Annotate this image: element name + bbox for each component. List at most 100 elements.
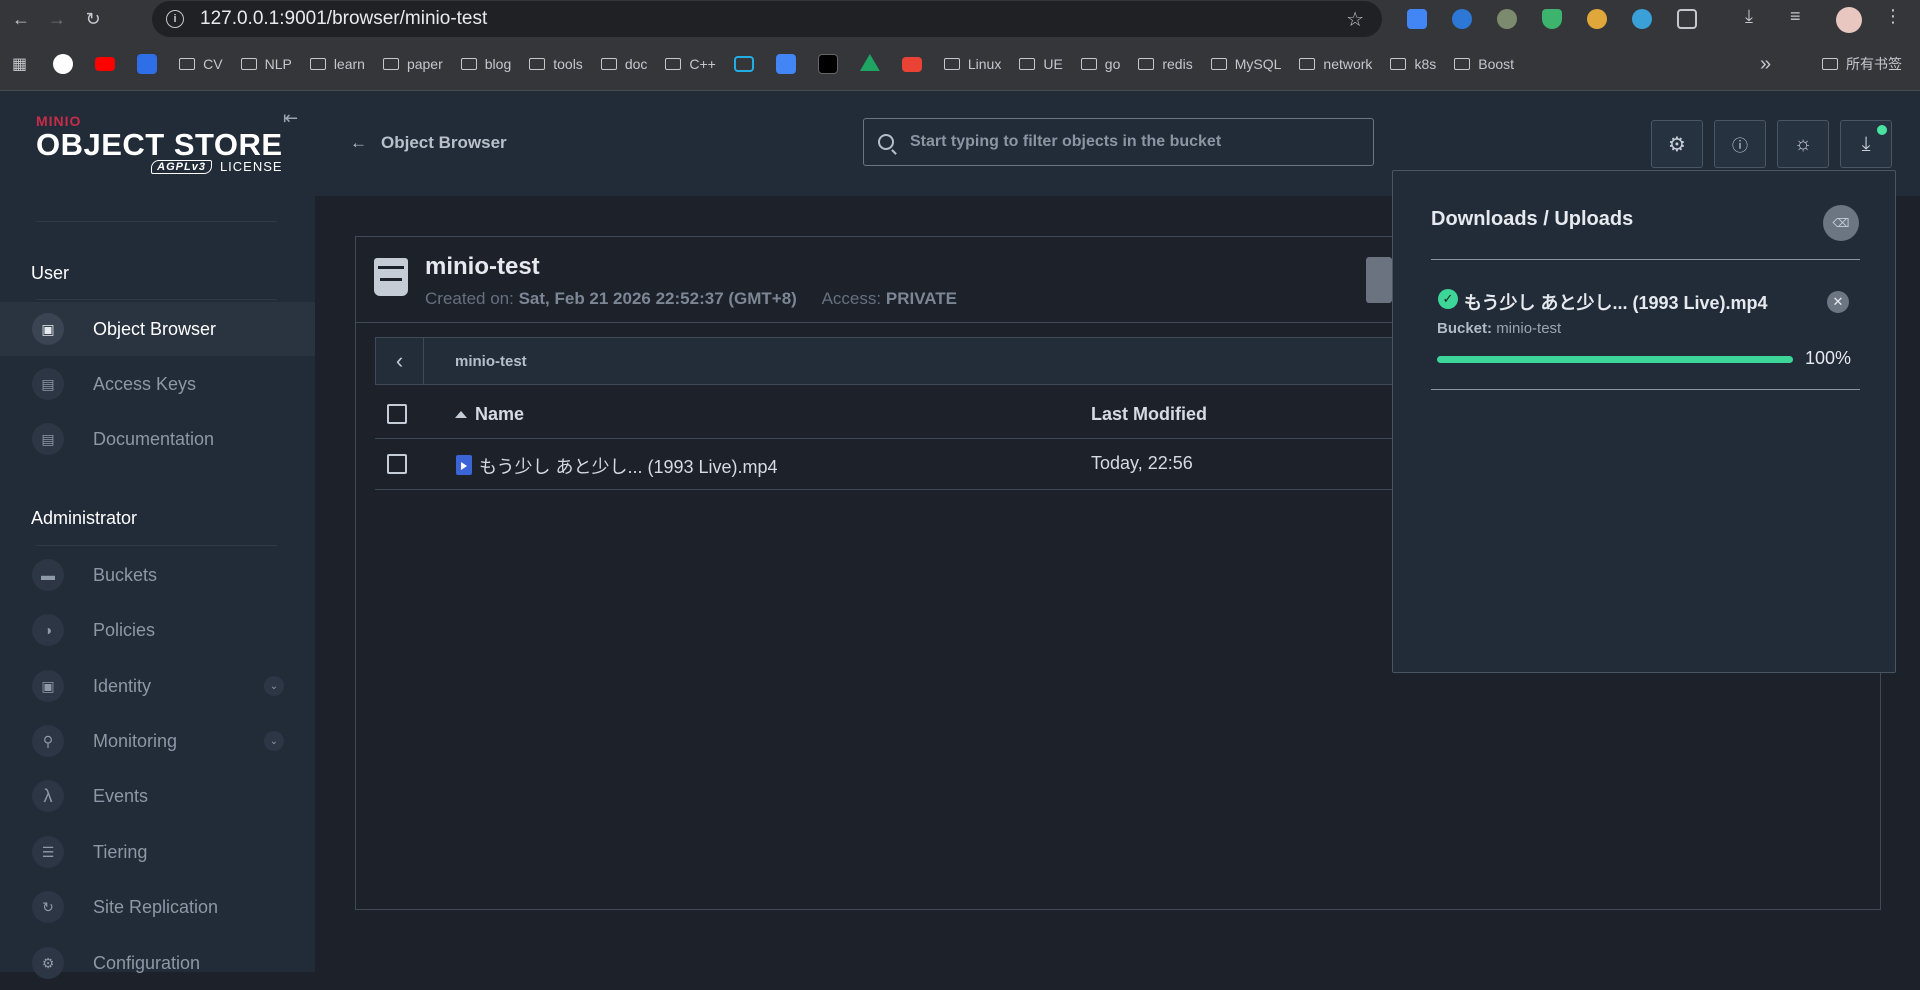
sidebar-item-object-browser[interactable]: ▣ Object Browser (0, 302, 315, 356)
remove-transfer-icon[interactable]: ✕ (1827, 291, 1849, 313)
lambda-icon: λ (32, 780, 64, 812)
sidebar-item-policies[interactable]: ◑ Policies (0, 603, 315, 657)
menu-kebab-icon[interactable]: ⋮ (1884, 6, 1904, 26)
folder-icon (1822, 58, 1838, 70)
bucket-action-button[interactable] (1366, 257, 1392, 303)
puzzle-extensions-icon[interactable] (1677, 9, 1697, 29)
collapse-sidebar-icon[interactable]: ⇤ (283, 108, 298, 129)
extension-icon[interactable] (1497, 9, 1517, 29)
bookmark-baidu[interactable] (137, 54, 161, 74)
bookmark-folder[interactable]: C++ (665, 56, 716, 72)
search-box[interactable] (863, 118, 1374, 166)
bookmark-folder[interactable]: Linux (943, 56, 1001, 72)
bookmark-folder[interactable]: paper (382, 56, 443, 72)
more-bookmarks-button[interactable]: » (1760, 53, 1771, 76)
bookmark-folder[interactable]: Boost (1454, 56, 1514, 72)
back-arrow-icon[interactable]: ← (6, 4, 36, 34)
sidebar-item-monitoring[interactable]: ⚲ Monitoring ⌄ (0, 714, 315, 768)
back-to-object-browser[interactable]: ← Object Browser (350, 133, 507, 153)
sidebar-item-identity[interactable]: ▣ Identity ⌄ (0, 659, 315, 713)
chevron-down-icon[interactable]: ⌄ (264, 731, 284, 751)
media-control-icon[interactable]: ≡ (1790, 6, 1810, 26)
sidebar-item-access-keys[interactable]: ▤ Access Keys (0, 357, 315, 411)
bookmark-star-icon[interactable]: ☆ (1346, 7, 1364, 32)
panel-title: Downloads / Uploads (1431, 208, 1634, 230)
profile-avatar[interactable] (1836, 7, 1862, 33)
sidebar-item-documentation[interactable]: ▤ Documentation (0, 412, 315, 466)
bookmark-x[interactable] (817, 54, 842, 74)
sidebar-item-configuration[interactable]: ⚙ Configuration (0, 936, 315, 990)
bookmark-folder[interactable]: go (1080, 56, 1120, 72)
site-info-icon[interactable]: i (166, 10, 184, 28)
folder-icon (240, 58, 257, 70)
search-input[interactable] (910, 133, 1350, 151)
downloads-uploads-panel: Downloads / Uploads ⌫ ✓ もう少し あと少し... (19… (1392, 170, 1896, 673)
transfer-file-name: もう少し あと少し... (1993 Live).mp4 (1464, 293, 1768, 313)
breadcrumb-back-icon[interactable]: ‹ (376, 338, 424, 384)
chevron-down-icon[interactable]: ⌄ (264, 676, 284, 696)
translate-extension-icon[interactable] (1407, 9, 1427, 29)
created-date: Sat, Feb 21 2026 22:52:37 (GMT+8) (518, 289, 797, 308)
bookmark-folder[interactable]: k8s (1390, 56, 1436, 72)
folder-icon (529, 58, 546, 70)
folder-icon (309, 58, 326, 70)
divider (36, 299, 277, 300)
access-keys-icon: ▤ (32, 368, 64, 400)
address-bar[interactable]: i 127.0.0.1:9001/browser/minio-test ☆ (152, 1, 1382, 37)
browser-toolbar: ← → ↻ i 127.0.0.1:9001/browser/minio-tes… (0, 0, 1920, 38)
bookmark-translate[interactable] (775, 54, 800, 74)
divider (1431, 389, 1860, 390)
shield-extension-icon[interactable] (1542, 9, 1562, 29)
breadcrumb-path[interactable]: minio-test (455, 353, 527, 370)
forward-arrow-icon[interactable]: → (42, 4, 72, 34)
all-bookmarks-folder[interactable]: 所有书签 (1822, 54, 1902, 74)
bookmark-folder[interactable]: redis (1138, 56, 1193, 72)
row-checkbox[interactable] (387, 454, 407, 474)
sidebar-item-buckets[interactable]: ▬ Buckets (0, 548, 315, 602)
clear-all-icon[interactable]: ⌫ (1823, 205, 1859, 241)
replication-icon: ↻ (32, 891, 64, 923)
sidebar-item-events[interactable]: λ Events (0, 769, 315, 823)
bookmark-folder[interactable]: UE (1019, 56, 1063, 72)
bookmark-folder[interactable]: blog (460, 56, 511, 72)
bookmark-google[interactable] (53, 54, 77, 74)
help-button[interactable]: ⓘ (1714, 120, 1766, 168)
download-icon[interactable]: ⤓ (1745, 6, 1765, 26)
gear-icon: ⚙ (1668, 133, 1686, 156)
bookmarks-bar: ▦ CV NLP learn paper blog tools doc C++ … (0, 38, 1920, 91)
sidebar-item-site-replication[interactable]: ↻ Site Replication (0, 880, 315, 934)
folder-icon (1454, 58, 1471, 70)
reload-icon[interactable]: ↻ (78, 4, 108, 34)
bookmark-folder[interactable]: network (1299, 56, 1372, 72)
bookmark-bilibili[interactable] (733, 56, 758, 72)
bookmark-folder[interactable]: CV (179, 56, 223, 72)
extension-icon[interactable] (1452, 9, 1472, 29)
select-all-checkbox[interactable] (387, 404, 407, 424)
bookmark-folder[interactable]: tools (529, 56, 583, 72)
sidebar: MINIO OBJECT STORE AGPLv3 LICENSE ⇤ User … (0, 91, 315, 979)
identity-icon: ▣ (32, 670, 64, 702)
theme-toggle-button[interactable]: ☼ (1777, 120, 1829, 168)
apps-grid-icon[interactable]: ▦ (12, 54, 27, 74)
google-drive-icon (859, 54, 880, 71)
sidebar-item-tiering[interactable]: ☰ Tiering (0, 825, 315, 879)
folder-icon (1299, 58, 1316, 70)
bookmark-folder[interactable]: learn (309, 56, 365, 72)
bookmark-gmail[interactable] (901, 56, 926, 72)
bookmark-folder[interactable]: MySQL (1210, 56, 1281, 72)
bucket-name: minio-test (425, 253, 540, 280)
column-name[interactable]: Name (455, 404, 524, 425)
extension-icon[interactable] (1632, 9, 1652, 29)
bookmark-folder[interactable]: NLP (240, 56, 292, 72)
bookmark-drive[interactable] (859, 54, 884, 74)
downloads-uploads-button[interactable]: ⤓ (1840, 120, 1892, 168)
settings-button[interactable]: ⚙ (1651, 120, 1703, 168)
minio-logo[interactable]: MINIO OBJECT STORE AGPLv3 LICENSE (36, 113, 283, 174)
extension-icon[interactable] (1587, 9, 1607, 29)
folder-icon (665, 58, 682, 70)
folder-icon (1390, 58, 1407, 70)
bookmark-youtube[interactable] (95, 57, 119, 71)
translate-icon (775, 54, 796, 74)
column-last-modified[interactable]: Last Modified (1091, 404, 1207, 425)
bookmark-folder[interactable]: doc (600, 56, 647, 72)
